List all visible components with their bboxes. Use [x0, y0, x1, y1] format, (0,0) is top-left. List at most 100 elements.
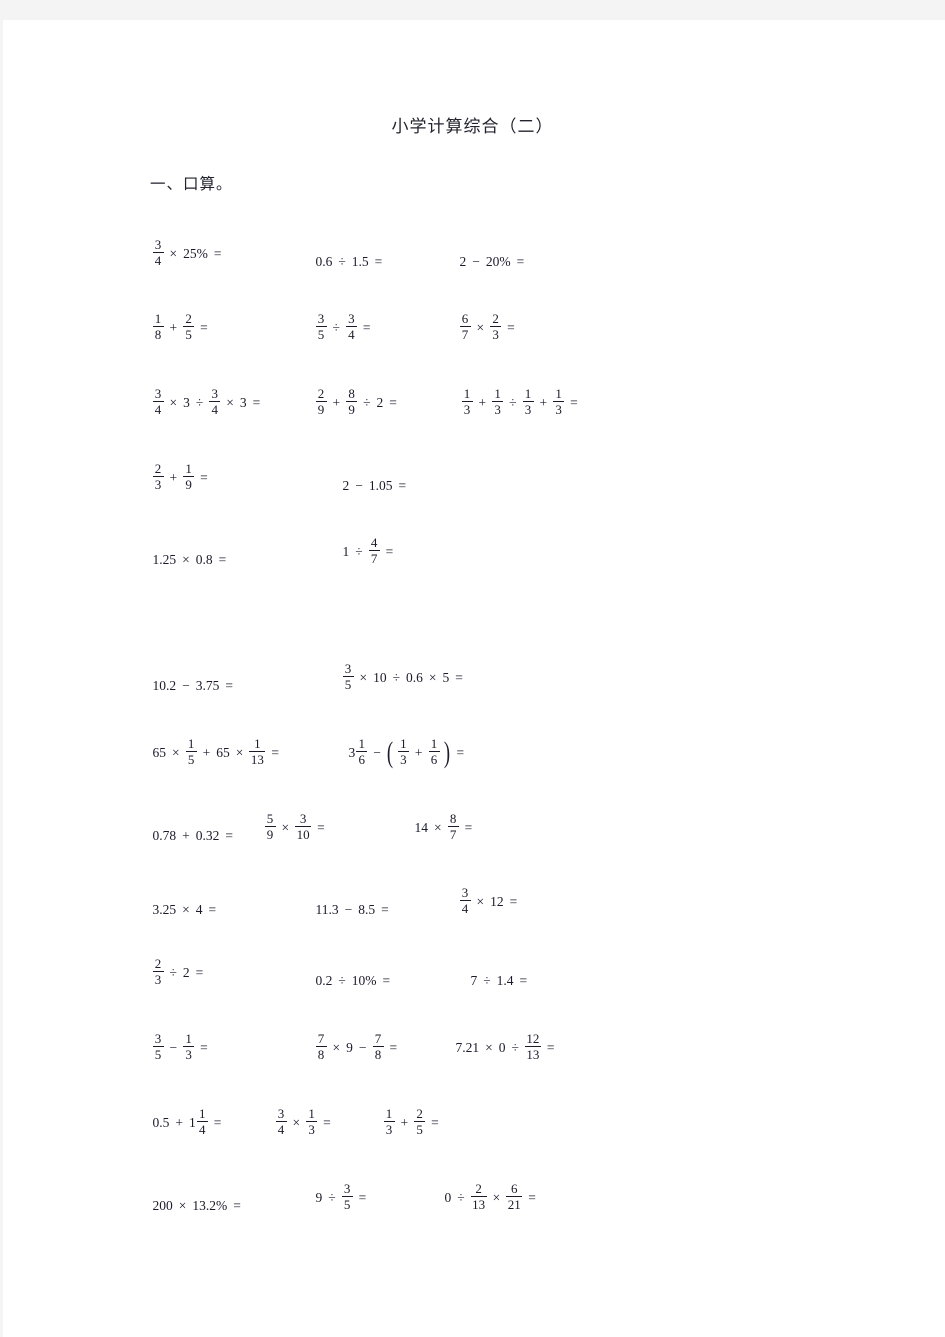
fraction-2-5: 2 5: [414, 1107, 426, 1137]
mixed-number-1-and-1-4: 1 1 4: [189, 1107, 208, 1138]
equals-operator: =: [455, 669, 463, 685]
exercise-q21: 3.25 × 4 =: [150, 902, 220, 917]
times-operator: ×: [178, 1197, 187, 1213]
fraction-3-4: 3 4: [275, 1107, 287, 1137]
value-2: 2: [182, 964, 190, 980]
exercise-row-2: 1 8 + 2 5 = 3 5 ÷ 3 4 = 6 7 × 2 3 =: [150, 296, 940, 342]
exercise-q9: 1 3 + 1 3 ÷ 1 3 + 1 3 =: [459, 387, 581, 418]
equals-operator: =: [317, 819, 325, 835]
fraction-2-3: 2 3: [152, 462, 164, 492]
exercise-q10: 2 3 + 1 9 =: [150, 462, 211, 493]
equals-operator: =: [382, 972, 391, 988]
fraction-1-6: 1 6: [356, 737, 368, 767]
equals-operator: =: [398, 477, 407, 493]
value-1-05: 1.05: [368, 477, 393, 493]
value-10-2: 10.2: [152, 677, 177, 693]
times-operator: ×: [169, 394, 178, 410]
times-operator: ×: [292, 1114, 301, 1130]
equals-operator: =: [381, 901, 389, 917]
plus-operator: +: [169, 469, 178, 485]
value-0-78: 0.78: [152, 827, 177, 843]
value-0-8: 0.8: [195, 551, 213, 567]
fraction-1-3: 1 3: [492, 387, 504, 417]
exercise-q2: 0.6 ÷ 1.5 =: [313, 253, 386, 269]
fraction-8-9: 8 9: [346, 387, 358, 417]
times-operator: ×: [492, 1189, 501, 1205]
minus-operator: −: [169, 1039, 178, 1055]
times-operator: ×: [476, 893, 485, 909]
value-0: 0: [498, 1039, 506, 1055]
divide-operator: ÷: [328, 1189, 336, 1205]
section-heading-oral-calculation: 一、口算。: [150, 176, 233, 193]
exercise-row-6: 10.2 − 3.75 = 3 5 × 10 ÷ 0.6 × 5 =: [150, 646, 940, 692]
minus-operator: −: [355, 477, 363, 493]
fraction-2-5: 2 5: [183, 312, 195, 342]
value-1-5: 1.5: [351, 253, 369, 269]
equals-operator: =: [509, 893, 518, 909]
minus-operator: −: [182, 677, 190, 693]
value-65: 65: [216, 744, 230, 760]
equals-operator: =: [374, 253, 383, 269]
exercise-q11: 2 − 1.05 =: [340, 477, 410, 493]
divide-operator: ÷: [363, 394, 371, 410]
equals-operator: =: [213, 245, 222, 261]
value-3: 3: [239, 394, 247, 410]
fraction-5-9: 5 9: [264, 812, 276, 842]
fraction-8-7: 8 7: [447, 812, 459, 842]
value-8-5: 8.5: [358, 901, 376, 917]
plus-operator: +: [539, 394, 548, 410]
fraction-1-3: 1 3: [461, 387, 473, 417]
equals-operator: =: [456, 744, 465, 760]
fraction-3-5: 3 5: [152, 1032, 164, 1062]
times-operator: ×: [172, 744, 180, 760]
times-operator: ×: [428, 669, 437, 685]
exercise-q7: 3 4 × 3 ÷ 3 4 × 3 =: [150, 387, 264, 418]
equals-operator: =: [195, 964, 204, 980]
exercise-row-10: 2 3 ÷ 2 = 0.2 ÷ 10% = 7 ÷ 1.4 =: [150, 941, 940, 987]
exercise-q5: 3 5 ÷ 3 4 =: [313, 312, 374, 343]
equals-operator: =: [389, 394, 397, 410]
plus-operator: +: [175, 1114, 183, 1130]
exercise-q22: 11.3 − 8.5 =: [313, 901, 392, 917]
fraction-1-3: 1 3: [397, 737, 409, 767]
value-0-6: 0.6: [315, 253, 333, 269]
page-left-margin-edge: [0, 20, 3, 1337]
value-25-percent: 25%: [183, 245, 208, 261]
value-2: 2: [342, 477, 350, 493]
plus-operator: +: [202, 744, 211, 760]
exercise-row-12: 0.5 + 1 1 4 = 3 4 × 1 3 = 1 3 + 2 5 =: [150, 1091, 940, 1137]
equals-operator: =: [385, 543, 394, 559]
equals-operator: =: [200, 469, 208, 485]
divide-operator: ÷: [392, 669, 401, 685]
exercise-q15: 3 5 × 10 ÷ 0.6 × 5 =: [340, 662, 466, 693]
plus-operator: +: [169, 319, 178, 335]
value-10-percent: 10%: [351, 972, 377, 988]
minus-operator: −: [472, 253, 480, 269]
value-65: 65: [152, 744, 167, 760]
equals-operator: =: [252, 394, 261, 410]
equals-operator: =: [546, 1039, 555, 1055]
exercise-q29: 7.21 × 0 ÷ 12 13 =: [453, 1032, 558, 1063]
exercise-q16: 65 × 1 5 + 65 × 1 13 =: [150, 737, 283, 768]
exercise-q1: 3 4 × 25% =: [150, 238, 225, 269]
fraction-2-9: 2 9: [315, 387, 327, 417]
divide-operator: ÷: [457, 1189, 465, 1205]
exercise-q27: 3 5 − 1 3 =: [150, 1032, 211, 1063]
value-7: 7: [470, 972, 478, 988]
exercise-q14: 10.2 − 3.75 =: [150, 677, 237, 693]
exercise-row-4: 2 3 + 1 9 = 2 − 1.05 =: [150, 446, 940, 492]
fraction-7-8: 7 8: [315, 1032, 327, 1062]
fraction-6-21: 6 21: [506, 1181, 523, 1213]
value-2: 2: [459, 253, 467, 269]
equals-operator: =: [528, 1189, 536, 1205]
divide-operator: ÷: [483, 972, 491, 988]
fraction-1-6: 1 6: [428, 737, 440, 767]
value-7-21: 7.21: [455, 1039, 480, 1055]
divide-operator: ÷: [509, 394, 517, 410]
exercise-row-13: 200 × 13.2% = 9 ÷ 3 5 = 0 ÷ 2 13 × 6 21 …: [150, 1166, 940, 1212]
equals-operator: =: [200, 319, 208, 335]
value-0: 0: [444, 1189, 452, 1205]
equals-operator: =: [516, 253, 525, 269]
divide-operator: ÷: [169, 964, 177, 980]
exercise-q17: 3 1 6 − ( 1 3 + 1 6) =: [346, 737, 468, 768]
